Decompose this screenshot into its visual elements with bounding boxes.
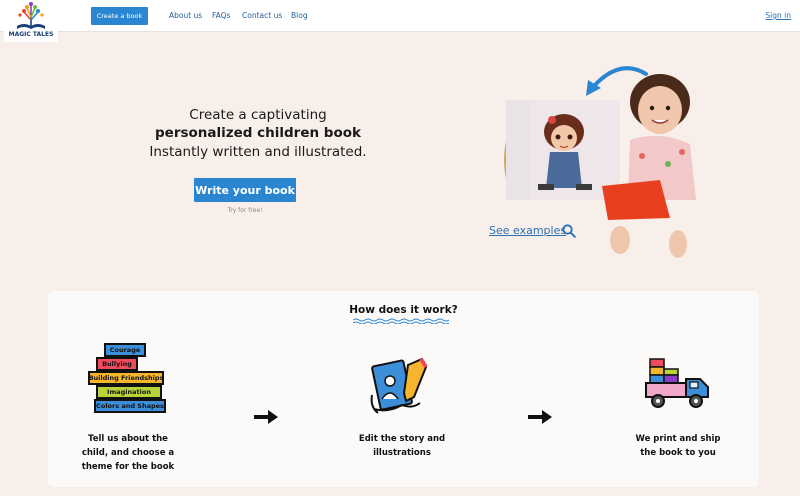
title-underline-squiggle xyxy=(353,318,450,324)
hero-line-2: personalized children book xyxy=(155,125,361,141)
see-examples-link[interactable]: See examples xyxy=(489,224,566,237)
nav-blog[interactable]: Blog xyxy=(291,11,308,20)
delivery-truck-icon xyxy=(645,358,709,408)
nav-about-us[interactable]: About us xyxy=(169,11,202,20)
book-tree-logo-icon xyxy=(17,2,45,29)
step-1-text: Tell us about the child, and choose a th… xyxy=(81,434,175,472)
header: MAGIC TALES Create a book About us FAQs … xyxy=(0,0,800,42)
try-free-note: Try for free! xyxy=(227,207,263,214)
hero-line-3: Instantly written and illustrated. xyxy=(149,144,367,160)
step-2-text: Edit the story and illustrations xyxy=(358,434,446,458)
write-your-book-button[interactable]: Write your book xyxy=(194,178,296,202)
search-icon[interactable] xyxy=(562,223,576,238)
theme-book-bullying: Bullying xyxy=(96,357,138,371)
theme-book-courage: Courage xyxy=(104,343,146,357)
create-book-button[interactable]: Create a book xyxy=(91,7,148,25)
nav-faqs[interactable]: FAQs xyxy=(212,11,230,20)
pencil-drawing-icon xyxy=(370,357,428,414)
sign-in-link[interactable]: Sign in xyxy=(765,11,791,20)
hero-line-1: Create a captivating xyxy=(189,107,327,123)
theme-book-building-friendships: Building Friendships xyxy=(88,371,164,385)
logo[interactable]: MAGIC TALES xyxy=(4,0,58,42)
logo-text: MAGIC TALES xyxy=(8,31,54,38)
arrow-right-icon xyxy=(528,410,552,424)
how-it-works-title: How does it work? xyxy=(349,304,458,316)
how-it-works-card: How does it work? Courage Bullying Build… xyxy=(48,291,759,487)
step-3-text: We print and ship the book to you xyxy=(635,434,721,458)
theme-books-stack: Courage Bullying Building Friendships Im… xyxy=(86,343,170,419)
theme-book-imagination: Imagination xyxy=(96,385,162,399)
nav-contact-us[interactable]: Contact us xyxy=(242,11,282,20)
arrow-right-icon xyxy=(254,410,278,424)
theme-book-colors-and-shapes: Colors and Shapes xyxy=(94,399,166,413)
